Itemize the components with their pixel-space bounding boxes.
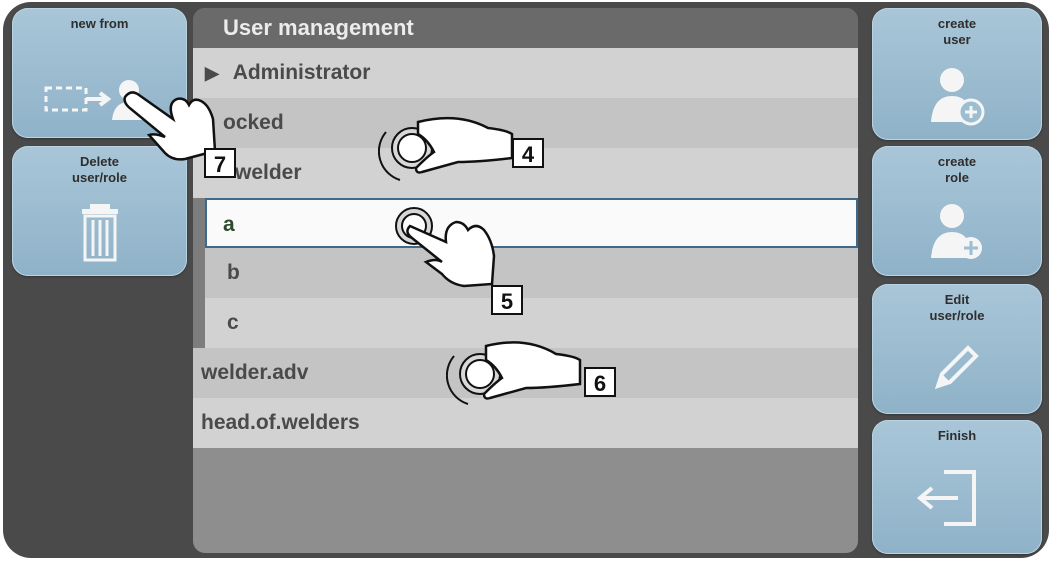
delete-user-role-button[interactable]: Delete user/role	[12, 146, 187, 276]
trash-icon	[82, 204, 118, 262]
exit-icon	[916, 470, 976, 526]
finish-label: Finish	[937, 428, 977, 443]
list-item-label: welder	[235, 161, 302, 184]
callout-6: 6	[584, 367, 616, 397]
edit-label: Edit user/role	[929, 292, 985, 323]
create-user-label: create user	[937, 16, 977, 47]
callout-5: 5	[491, 285, 523, 315]
tree-indent-bar	[193, 198, 205, 348]
turn-dial-hand-icon	[446, 341, 582, 405]
create-role-button[interactable]: create role	[872, 146, 1042, 276]
list-item-label: b	[227, 261, 240, 284]
list-item-label: Administrator	[232, 61, 371, 84]
new-from-label: new from	[70, 16, 129, 31]
page-title: User management	[193, 8, 858, 48]
edit-user-role-button[interactable]: Edit user/role	[872, 284, 1042, 414]
list-item-label: a	[223, 213, 235, 236]
press-hand-icon	[395, 207, 496, 288]
role-add-icon	[931, 204, 982, 259]
list-item-label: head.of.welders	[201, 411, 360, 434]
turn-dial-hand-icon	[378, 116, 514, 181]
create-user-button[interactable]: create user	[872, 8, 1042, 140]
list-item-label: c	[227, 311, 239, 334]
list-item-a[interactable]: a	[205, 198, 858, 248]
user-management-panel: User management ▶ Administrator ocked we…	[193, 8, 858, 553]
create-role-label: create role	[937, 154, 977, 185]
pencil-icon	[934, 345, 979, 390]
list-item-administrator[interactable]: ▶ Administrator	[193, 48, 858, 98]
list-item-label: welder.adv	[201, 361, 309, 384]
finish-button[interactable]: Finish	[872, 420, 1042, 554]
callout-7: 7	[204, 148, 236, 178]
callout-4: 4	[512, 138, 544, 168]
user-add-icon	[931, 68, 985, 126]
list-item-b[interactable]: b	[205, 248, 858, 298]
